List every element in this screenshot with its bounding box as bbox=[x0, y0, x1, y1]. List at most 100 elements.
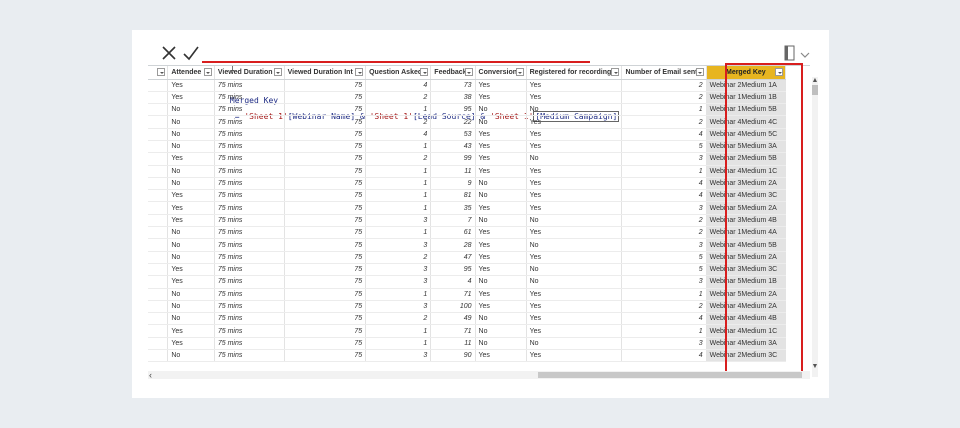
table-cell[interactable]: 1 bbox=[365, 201, 432, 215]
table-cell[interactable]: No bbox=[475, 103, 527, 117]
table-cell[interactable]: 4 bbox=[621, 177, 707, 191]
table-cell[interactable] bbox=[148, 300, 169, 314]
table-cell[interactable]: Webinar 1Medium 5B bbox=[706, 103, 787, 117]
table-cell[interactable]: 3 bbox=[365, 263, 432, 277]
table-cell[interactable] bbox=[148, 140, 169, 154]
table-cell[interactable]: 75 mins bbox=[214, 103, 285, 117]
table-cell[interactable]: 75 bbox=[284, 300, 367, 314]
table-cell[interactable]: 11 bbox=[430, 337, 476, 351]
table-cell[interactable]: 3 bbox=[621, 337, 707, 351]
table-cell[interactable]: Webinar 3Medium 2A bbox=[706, 177, 787, 191]
table-cell[interactable]: Webinar 5Medium 3A bbox=[706, 140, 787, 154]
table-cell[interactable]: 75 mins bbox=[214, 140, 285, 154]
table-cell[interactable]: Yes bbox=[526, 115, 623, 129]
table-cell[interactable]: No bbox=[167, 103, 215, 117]
table-cell[interactable]: 1 bbox=[621, 103, 707, 117]
table-cell[interactable] bbox=[148, 152, 169, 166]
table-cell[interactable]: 75 mins bbox=[214, 251, 285, 264]
table-cell[interactable]: 75 mins bbox=[214, 165, 285, 178]
table-cell[interactable]: 75 bbox=[284, 140, 367, 154]
table-cell[interactable]: 3 bbox=[621, 201, 707, 215]
table-cell[interactable]: Yes bbox=[167, 152, 215, 166]
table-cell[interactable]: 75 bbox=[284, 324, 367, 338]
table-cell[interactable]: No bbox=[526, 275, 623, 289]
filter-dropdown-icon[interactable] bbox=[775, 68, 783, 76]
table-cell[interactable]: No bbox=[167, 177, 215, 191]
table-cell[interactable]: 1 bbox=[365, 103, 432, 117]
table-cell[interactable] bbox=[148, 79, 169, 92]
table-cell[interactable]: 75 bbox=[284, 115, 367, 129]
table-cell[interactable]: 1 bbox=[365, 288, 432, 301]
table-cell[interactable]: 1 bbox=[365, 140, 432, 154]
table-cell[interactable]: Yes bbox=[526, 312, 623, 326]
table-cell[interactable]: Webinar 5Medium 2A bbox=[706, 201, 787, 215]
table-cell[interactable] bbox=[148, 337, 169, 351]
table-cell[interactable]: Yes bbox=[526, 140, 623, 154]
table-cell[interactable]: No bbox=[167, 165, 215, 178]
table-cell[interactable]: Yes bbox=[475, 238, 527, 252]
table-cell[interactable] bbox=[148, 349, 169, 363]
table-cell[interactable]: Yes bbox=[526, 128, 623, 141]
table-cell[interactable]: 3 bbox=[365, 300, 432, 314]
table-cell[interactable]: 100 bbox=[430, 300, 476, 314]
table-cell[interactable] bbox=[148, 189, 169, 203]
table-cell[interactable]: Webinar 1Medium 1B bbox=[706, 91, 787, 105]
table-cell[interactable] bbox=[148, 214, 169, 228]
table-cell[interactable]: Webinar 4Medium 1C bbox=[706, 165, 787, 178]
table-cell[interactable]: 75 mins bbox=[214, 177, 285, 191]
table-cell[interactable] bbox=[148, 115, 169, 129]
table-cell[interactable]: 75 bbox=[284, 337, 367, 351]
filter-dropdown-icon[interactable] bbox=[695, 68, 704, 76]
table-cell[interactable]: Yes bbox=[475, 79, 527, 92]
filter-dropdown-icon[interactable] bbox=[355, 68, 364, 76]
table-cell[interactable]: No bbox=[475, 312, 527, 326]
table-cell[interactable]: 1 bbox=[365, 226, 432, 240]
table-cell[interactable]: Yes bbox=[167, 79, 215, 92]
table-cell[interactable]: 2 bbox=[621, 115, 707, 129]
table-cell[interactable]: 5 bbox=[621, 251, 707, 264]
table-cell[interactable]: 75 mins bbox=[214, 115, 285, 129]
table-cell[interactable]: Yes bbox=[167, 91, 215, 105]
table-cell[interactable]: Yes bbox=[475, 226, 527, 240]
table-cell[interactable]: Yes bbox=[526, 189, 623, 203]
table-cell[interactable]: 1 bbox=[365, 337, 432, 351]
table-cell[interactable]: No bbox=[167, 140, 215, 154]
table-cell[interactable]: 75 mins bbox=[214, 275, 285, 289]
table-cell[interactable]: 2 bbox=[621, 214, 707, 228]
chevron-up-icon[interactable]: ▲ bbox=[811, 77, 819, 85]
table-cell[interactable]: 1 bbox=[365, 177, 432, 191]
table-cell[interactable]: 2 bbox=[621, 300, 707, 314]
column-header-merged-key[interactable]: Merged Key bbox=[706, 66, 787, 80]
table-cell[interactable]: 75 bbox=[284, 349, 367, 363]
table-cell[interactable] bbox=[148, 288, 169, 301]
table-cell[interactable]: 43 bbox=[430, 140, 476, 154]
table-cell[interactable]: 75 bbox=[284, 275, 367, 289]
table-cell[interactable]: 75 bbox=[284, 201, 367, 215]
chevron-down-scroll-icon[interactable]: ▼ bbox=[811, 363, 819, 371]
table-cell[interactable]: 61 bbox=[430, 226, 476, 240]
table-cell[interactable]: Yes bbox=[475, 251, 527, 264]
table-cell[interactable]: 71 bbox=[430, 288, 476, 301]
table-cell[interactable]: 4 bbox=[621, 189, 707, 203]
filter-dropdown-icon[interactable] bbox=[464, 68, 473, 76]
table-cell[interactable]: 5 bbox=[621, 263, 707, 277]
table-cell[interactable]: Yes bbox=[526, 165, 623, 178]
table-cell[interactable]: 75 mins bbox=[214, 312, 285, 326]
table-cell[interactable]: 22 bbox=[430, 115, 476, 129]
column-header-question-asked[interactable]: Question Asked bbox=[365, 66, 432, 80]
table-cell[interactable]: Webinar 4Medium 5C bbox=[706, 128, 787, 141]
table-cell[interactable]: 73 bbox=[430, 79, 476, 92]
table-cell[interactable]: Yes bbox=[475, 140, 527, 154]
table-cell[interactable]: Yes bbox=[475, 165, 527, 178]
table-cell[interactable]: Webinar 5Medium 2A bbox=[706, 251, 787, 264]
table-cell[interactable] bbox=[148, 103, 169, 117]
vertical-scroll-thumb[interactable] bbox=[812, 85, 818, 95]
table-cell[interactable]: Yes bbox=[167, 337, 215, 351]
filter-dropdown-icon[interactable] bbox=[420, 68, 429, 76]
table-cell[interactable]: 1 bbox=[365, 189, 432, 203]
table-cell[interactable]: Yes bbox=[167, 263, 215, 277]
table-cell[interactable]: 4 bbox=[365, 79, 432, 92]
table-cell[interactable]: 90 bbox=[430, 349, 476, 363]
table-cell[interactable]: 4 bbox=[621, 312, 707, 326]
table-cell[interactable]: No bbox=[526, 238, 623, 252]
